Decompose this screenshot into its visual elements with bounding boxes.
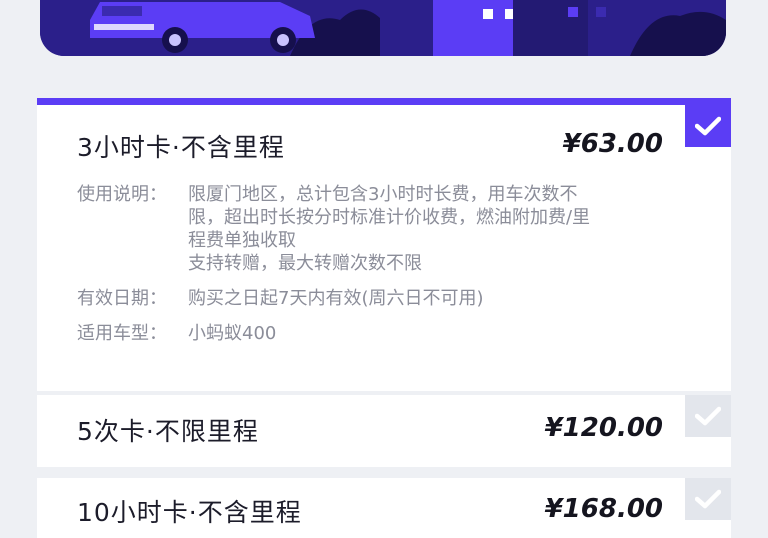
validity-text: 购买之日起7天内有效(周六日不可用): [188, 288, 484, 309]
checkmark-icon: [695, 116, 721, 136]
plan-card-3h[interactable]: 3小时卡·不含里程 ¥63.00 使用说明： 限厦门地区，总计包含3小时时长费，…: [37, 98, 731, 391]
plan-card-10h[interactable]: 10小时卡·不含里程 ¥168.00: [37, 478, 731, 538]
usage-line: 限厦门地区，总计包含3小时时长费，用车次数不: [188, 184, 578, 205]
plan-title: 10小时卡·不含里程: [77, 498, 302, 527]
checkmark-icon: [695, 489, 721, 509]
usage-row: 使用说明： 限厦门地区，总计包含3小时时长费，用车次数不 限，超出时长按分时标准…: [77, 183, 717, 275]
plan-title: 5次卡·不限里程: [77, 417, 259, 446]
validity-label: 有效日期：: [77, 288, 167, 309]
plan-select-checkbox[interactable]: [685, 478, 731, 520]
plan-details: 使用说明： 限厦门地区，总计包含3小时时长费，用车次数不 限，超出时长按分时标准…: [77, 183, 717, 357]
usage-label: 使用说明：: [77, 184, 167, 205]
model-text: 小蚂蚁400: [188, 323, 277, 344]
model-row: 适用车型： 小蚂蚁400: [77, 322, 717, 345]
usage-line: 限，超出时长按分时标准计价收费，燃油附加费/里: [188, 207, 591, 228]
usage-line: 支持转赠，最大转赠次数不限: [188, 253, 422, 274]
plan-price: ¥63.00: [562, 129, 663, 159]
checkmark-icon: [695, 406, 721, 426]
plan-card-5times[interactable]: 5次卡·不限里程 ¥120.00: [37, 395, 731, 467]
plan-select-checkbox[interactable]: [685, 395, 731, 437]
plan-title: 3小时卡·不含里程: [77, 133, 285, 162]
building: [433, 0, 513, 56]
plan-price: ¥120.00: [544, 413, 663, 443]
header-banner: [40, 0, 726, 56]
model-label: 适用车型：: [77, 323, 167, 344]
plan-price: ¥168.00: [544, 494, 663, 524]
city-car-illustration: [40, 0, 726, 56]
plan-select-checkbox[interactable]: [685, 105, 731, 147]
usage-text: 限厦门地区，总计包含3小时时长费，用车次数不 限，超出时长按分时标准计价收费，燃…: [188, 183, 688, 275]
usage-line: 程费单独收取: [188, 230, 296, 251]
validity-row: 有效日期： 购买之日起7天内有效(周六日不可用): [77, 287, 717, 310]
